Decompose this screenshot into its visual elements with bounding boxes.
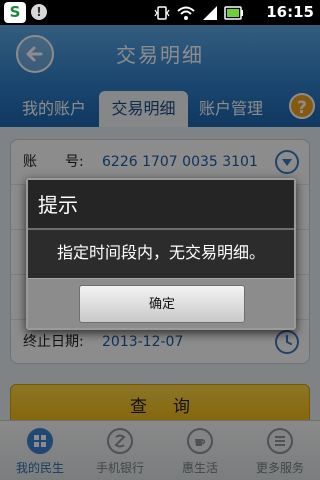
dialog-title: 提示 — [28, 180, 294, 228]
bank-logo-icon — [4, 2, 26, 23]
warning-icon: ! — [31, 4, 47, 20]
dialog-footer: 确定 — [28, 278, 294, 328]
dialog-message: 指定时间段内，无交易明细。 — [28, 230, 294, 278]
battery-icon — [224, 5, 243, 20]
status-bar: ! 16:15 — [0, 0, 320, 25]
signal-icon — [203, 5, 217, 20]
status-icons — [154, 3, 244, 22]
confirm-button[interactable]: 确定 — [79, 285, 245, 323]
alert-dialog: 提示 指定时间段内，无交易明细。 确定 — [26, 178, 296, 330]
vibrate-icon — [154, 5, 170, 20]
wifi-icon — [177, 6, 195, 20]
clock: 16:15 — [266, 3, 314, 21]
